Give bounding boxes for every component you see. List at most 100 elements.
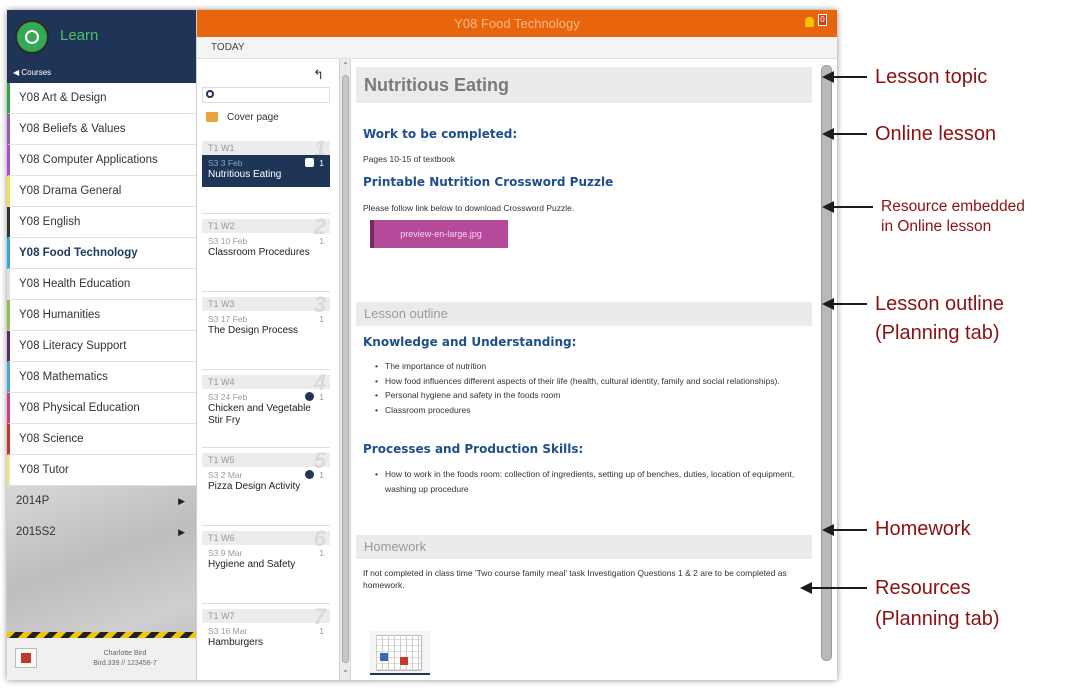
thumbnail-mark-blue	[380, 653, 388, 661]
annotation-label: (Planning tab)	[875, 608, 1000, 630]
annotation-label: (Planning tab)	[875, 322, 1000, 344]
crossword-thumbnail[interactable]	[370, 631, 430, 675]
scroll-down-icon[interactable]: ⌄	[341, 665, 350, 674]
annotation-arrow-icon	[822, 71, 834, 83]
app-window: Learn ◀ Courses Y08 Art & Design Y08 Beli…	[7, 10, 837, 680]
course-item[interactable]: Y08 Literacy Support	[7, 331, 196, 362]
lesson-card[interactable]: S3 16 Mar Hamburgers 1	[202, 623, 330, 653]
course-item[interactable]: Y08 Computer Applications	[7, 145, 196, 176]
today-button[interactable]: TODAY	[211, 42, 245, 53]
lesson-item[interactable]: T1 W6 6 S3 9 Mar Hygiene and Safety 1	[202, 528, 330, 609]
logout-button[interactable]	[15, 648, 37, 668]
lesson-list-scrollbar[interactable]: ⌃ ⌄	[340, 59, 351, 680]
term-item[interactable]: 2015S2 ▶	[7, 517, 196, 548]
cover-page-label: Cover page	[227, 112, 279, 123]
top-bar: Y08 Food Technology 0	[197, 10, 837, 37]
course-item[interactable]: Y08 Beliefs & Values	[7, 114, 196, 145]
notification-badge[interactable]: 0	[818, 14, 827, 26]
courses-back-link[interactable]: ◀ Courses	[13, 68, 51, 77]
annotation-label: Resources	[875, 577, 971, 599]
resource-count: 1	[319, 314, 324, 324]
lesson-date: S3 17 Feb	[208, 314, 248, 324]
learn-logo-icon[interactable]	[15, 20, 49, 54]
resource-count: 1	[319, 392, 324, 402]
course-item[interactable]: Y08 Humanities	[7, 300, 196, 331]
scroll-up-icon[interactable]: ⌃	[341, 61, 350, 70]
lesson-card[interactable]: S3 2 Mar Pizza Design Activity 1	[202, 467, 330, 497]
resource-download-button[interactable]: preview-en-large.jpg	[370, 220, 508, 248]
sidebar: Learn ◀ Courses Y08 Art & Design Y08 Beli…	[7, 10, 197, 680]
user-bar: Charlotte Bird Bird.339 // 123456-7	[7, 638, 196, 680]
bullet-item: How to work in the foods room: collectio…	[363, 467, 813, 496]
lesson-title: Classroom Procedures	[208, 247, 310, 258]
cover-page-link[interactable]: Cover page	[203, 109, 331, 127]
bullet-item: Personal hygiene and safety in the foods…	[363, 388, 813, 403]
outline-header: Lesson outline	[356, 302, 812, 326]
resource-count: 1	[319, 626, 324, 636]
lesson-title: Chicken and Vegetable Stir Fry	[208, 403, 311, 426]
annotation-label: Resource embedded	[881, 198, 1025, 215]
lesson-card[interactable]: S3 3 Feb Nutritious Eating 1	[202, 155, 330, 187]
thumbnail-mark-red	[400, 657, 408, 665]
lesson-divider	[202, 291, 330, 292]
lesson-date: S3 9 Mar	[208, 548, 243, 558]
lesson-card[interactable]: S3 9 Mar Hygiene and Safety 1	[202, 545, 330, 575]
lesson-week: T1 W7	[202, 609, 330, 623]
course-item[interactable]: Y08 Physical Education	[7, 393, 196, 424]
course-item[interactable]: Y08 Tutor	[7, 455, 196, 486]
undo-arrow-icon[interactable]: ↰	[313, 67, 324, 83]
lesson-topic-title: Nutritious Eating	[364, 75, 509, 95]
lesson-item[interactable]: T1 W7 7 S3 16 Mar Hamburgers 1	[202, 606, 330, 680]
lesson-item[interactable]: T1 W2 2 S3 10 Feb Classroom Procedures 1	[202, 216, 330, 297]
lesson-search-input[interactable]	[202, 87, 330, 103]
annotation-label: Online lesson	[875, 123, 997, 145]
annotation-arrow-icon	[822, 128, 834, 140]
lesson-item[interactable]: T1 W3 3 S3 17 Feb The Design Process 1	[202, 294, 330, 375]
course-title: Y08 Food Technology	[454, 16, 580, 31]
lesson-item[interactable]: T1 W4 4 S3 24 Feb Chicken and Vegetable Sti…	[202, 372, 330, 453]
lesson-card[interactable]: S3 17 Feb The Design Process 1	[202, 311, 330, 341]
resource-count-icon	[305, 392, 314, 401]
course-item[interactable]: Y08 Art & Design	[7, 83, 196, 114]
lesson-card[interactable]: S3 10 Feb Classroom Procedures 1	[202, 233, 330, 263]
knowledge-list: The importance of nutritionHow food infl…	[363, 359, 813, 417]
lesson-date: S3 10 Feb	[208, 236, 248, 246]
lesson-card[interactable]: S3 24 Feb Chicken and Vegetable Stir Fry 1	[202, 389, 330, 426]
knowledge-heading: Knowledge and Understanding:	[363, 335, 577, 349]
work-text: Pages 10-15 of textbook	[363, 154, 456, 164]
resource-count: 1	[319, 236, 324, 246]
annotation-arrow-line	[832, 76, 867, 78]
annotation-label: in Online lesson	[881, 218, 992, 235]
course-item[interactable]: Y08 Food Technology	[7, 238, 196, 269]
course-item[interactable]: Y08 Science	[7, 424, 196, 455]
bell-icon[interactable]	[805, 17, 814, 27]
lesson-week: T1 W1	[202, 141, 330, 155]
expand-triangle-icon: ▶	[178, 527, 185, 537]
course-item[interactable]: Y08 English	[7, 207, 196, 238]
lesson-item[interactable]: T1 W1 1 S3 3 Feb Nutritious Eating 1	[202, 138, 330, 219]
lesson-item[interactable]: T1 W5 5 S3 2 Mar Pizza Design Activity 1	[202, 450, 330, 531]
user-name: Charlotte Bird	[103, 650, 147, 657]
sidebar-header: Learn ◀ Courses	[7, 10, 196, 83]
course-item[interactable]: Y08 Drama General	[7, 176, 196, 207]
bullet-item: How food influences different aspects of…	[363, 374, 813, 389]
bullet-item: Classroom procedures	[363, 403, 813, 418]
course-item[interactable]: Y08 Mathematics	[7, 362, 196, 393]
lesson-title: Nutritious Eating	[208, 169, 282, 180]
lesson-list-scroll-thumb[interactable]	[342, 75, 349, 663]
lesson-title: Hamburgers	[208, 637, 264, 648]
search-icon	[206, 90, 214, 98]
homework-heading: Homework	[364, 539, 427, 554]
term-item[interactable]: 2014P ▶	[7, 486, 196, 517]
resource-count-icon	[305, 158, 314, 167]
resource-count: 1	[319, 158, 324, 168]
content-scroll-thumb[interactable]	[821, 65, 832, 661]
outline-heading: Lesson outline	[364, 306, 448, 321]
lesson-date: S3 16 Mar	[208, 626, 248, 636]
lesson-week: T1 W4	[202, 375, 330, 389]
course-item[interactable]: Y08 Health Education	[7, 269, 196, 300]
annotation-label: Lesson topic	[875, 66, 988, 88]
lesson-list: ↰ Cover page T1 W1 1 S3 3 Feb Nutritious Ea…	[197, 59, 340, 680]
logout-icon	[21, 653, 31, 663]
annotation-arrow-line	[832, 206, 873, 208]
